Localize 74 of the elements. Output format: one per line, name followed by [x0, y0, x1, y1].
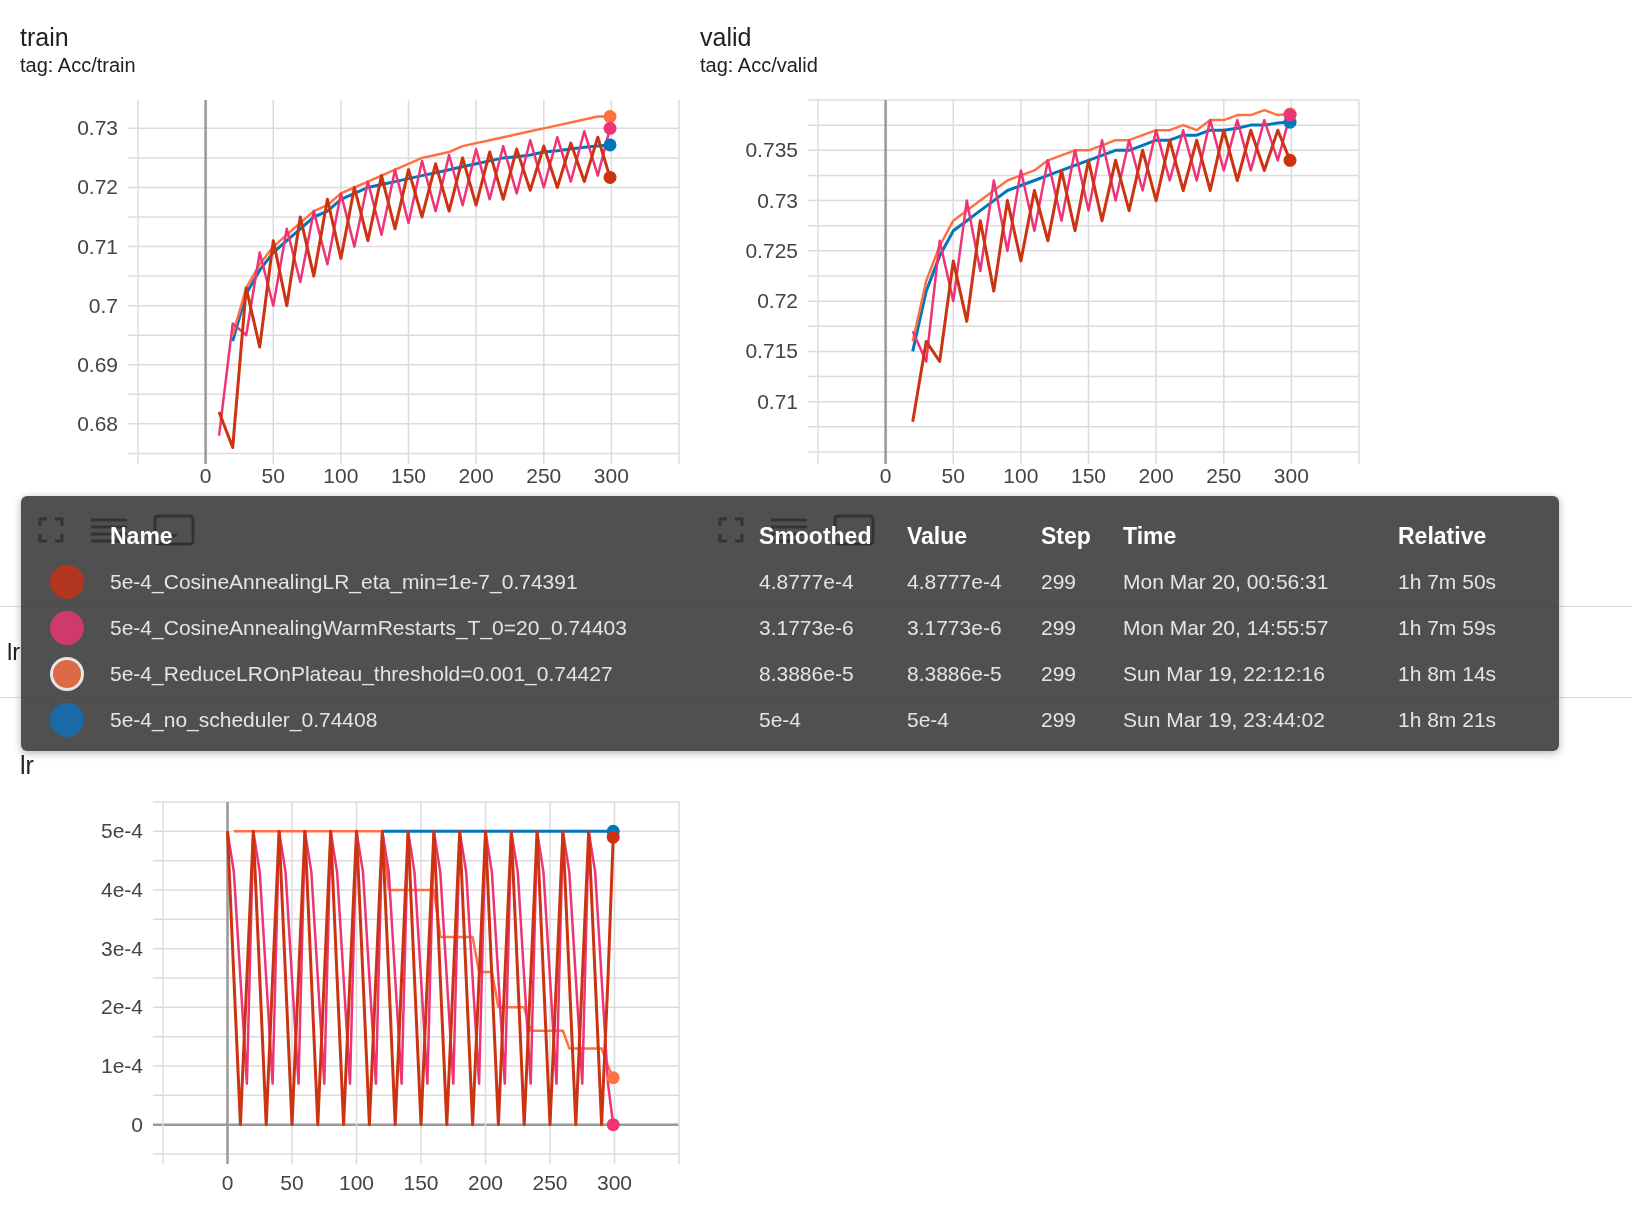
value-cell-text: 3.1773e-6 [907, 615, 1003, 641]
smoothed-value: 8.3886e-5 [759, 661, 855, 687]
axis-tick-label: 0.735 [745, 138, 798, 162]
axis-tick-label: 250 [1206, 464, 1242, 486]
axis-tick-label: 250 [532, 1171, 568, 1194]
axis-tick-label: 5e-4 [100, 819, 143, 843]
axis-tick-label: 0.7 [88, 293, 118, 317]
axis-tick-label: 150 [391, 464, 426, 486]
chart-tag: tag: Acc/valid [680, 52, 818, 78]
smoothed-value: 4.8777e-4 [759, 569, 855, 595]
axis-tick-label: 200 [468, 1171, 503, 1194]
axis-tick-label: 0 [221, 1171, 234, 1194]
axis-tick-label: 0 [879, 464, 892, 486]
chart-tag: tag: Acc/train [0, 52, 136, 78]
axis-tick-label: 150 [403, 1171, 439, 1194]
axis-tick-label: 250 [526, 464, 562, 486]
column-header: Smoothed [759, 521, 873, 551]
run-name: 5e-4_ReduceLROnPlateau_threshold=0.001_0.74427 [110, 661, 614, 688]
relative-time: 1h 8m 21s [1398, 707, 1498, 733]
column-header: Step [1041, 521, 1092, 551]
axis-tick-label: 150 [1071, 464, 1106, 486]
axis-tick-label: 100 [1003, 464, 1039, 486]
run-name: 5e-4_CosineAnnealingWarmRestarts_T_0=20_0.74403 [110, 615, 628, 642]
column-header: Relative [1398, 521, 1488, 551]
column-header: Name [110, 521, 174, 551]
value-cell-text: 5e-4 [907, 707, 951, 733]
axis-tick-label: 50 [280, 1171, 304, 1194]
axis-tick-label: 4e-4 [100, 878, 143, 901]
relative-time: 1h 7m 59s [1398, 615, 1498, 641]
run-name: 5e-4_CosineAnnealingLR_eta_min=1e-7_0.74391 [110, 569, 579, 596]
axis-tick-label: 0.73 [757, 188, 798, 212]
value-cell-text: 8.3886e-5 [907, 661, 1003, 687]
step-cell-text: 299 [1041, 661, 1078, 687]
axis-tick-label: 200 [1138, 464, 1174, 486]
axis-tick-label: 3e-4 [100, 936, 143, 960]
axis-tick-label: 0.715 [745, 339, 798, 363]
time-cell-text: Sun Mar 19, 23:44:02 [1123, 707, 1326, 733]
axis-tick-label: 50 [941, 464, 965, 486]
value-cell-text: 4.8777e-4 [907, 569, 1003, 595]
chart-title: valid [699, 22, 752, 52]
time-cell-text: Mon Mar 20, 14:55:57 [1123, 615, 1330, 641]
chart-title: lr [19, 750, 34, 780]
axis-tick-label: 0.68 [77, 411, 118, 435]
axis-tick-label: 0 [199, 464, 212, 486]
axis-tick-label: 100 [323, 464, 359, 486]
axis-tick-label: 0.71 [757, 389, 798, 413]
axis-tick-label: 0 [131, 1112, 143, 1136]
relative-time: 1h 8m 14s [1398, 661, 1498, 687]
time-cell-text: Mon Mar 20, 00:56:31 [1123, 569, 1330, 595]
step-cell-text: 299 [1041, 707, 1078, 733]
column-header: Time [1123, 521, 1178, 551]
relative-time: 1h 7m 50s [1398, 569, 1498, 595]
axis-tick-label: 0.725 [745, 238, 798, 262]
axis-tick-label: 1e-4 [100, 1054, 143, 1077]
axis-tick-label: 0.72 [757, 289, 798, 313]
axis-tick-label: 0.71 [77, 234, 118, 258]
axis-tick-label: 50 [261, 464, 285, 486]
run-name: 5e-4_no_scheduler_0.74408 [110, 707, 379, 734]
step-cell-text: 299 [1041, 569, 1078, 595]
time-cell-text: Sun Mar 19, 22:12:16 [1123, 661, 1326, 687]
axis-tick-label: 300 [1273, 464, 1309, 486]
axis-tick-label: 300 [597, 1171, 632, 1194]
axis-tick-label: 200 [458, 464, 494, 486]
axis-tick-label: 0.73 [77, 116, 118, 140]
axis-tick-label: 0.69 [77, 352, 118, 376]
smoothed-value: 3.1773e-6 [759, 615, 855, 641]
step-cell-text: 299 [1041, 615, 1078, 641]
axis-tick-label: 100 [339, 1171, 374, 1194]
smoothed-value: 5e-4 [759, 707, 803, 733]
axis-tick-label: 300 [593, 464, 629, 486]
axis-tick-label: 0.72 [77, 175, 118, 199]
axis-tick-label: 2e-4 [100, 995, 143, 1019]
chart-title: train [19, 22, 69, 52]
column-header: Value [907, 521, 969, 551]
